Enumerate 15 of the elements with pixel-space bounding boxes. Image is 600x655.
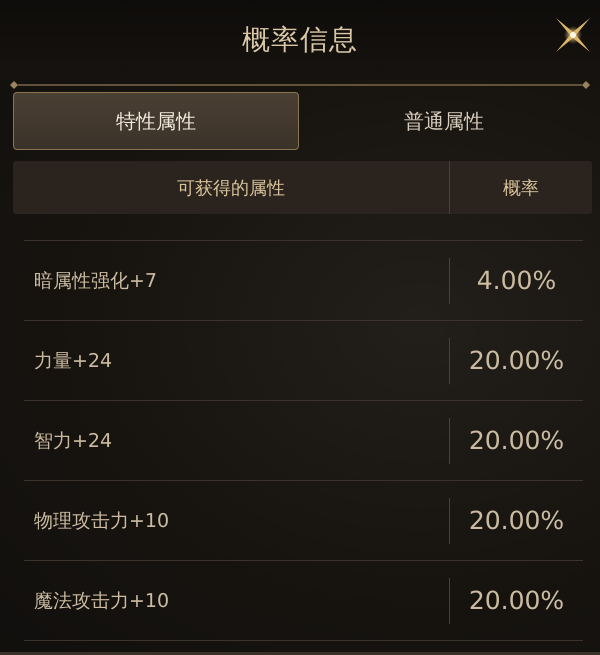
tab[interactable]: 特性属性 — [13, 92, 299, 150]
attribute-cell-text: 力量+24 — [33, 348, 112, 374]
chance-cell: 20.00% — [468, 426, 564, 455]
chance-cell: 20.00% — [468, 506, 564, 535]
attribute-cell-text: 智力+24 — [33, 428, 112, 454]
attribute-cell-text: 物理攻击力+10 — [33, 508, 170, 534]
attribute-cell-text: 魔法攻击力+10 — [33, 588, 170, 614]
column-header: 可获得的属性 — [177, 176, 285, 200]
window-title: 概率信息 — [242, 22, 358, 58]
chance-cell: 20.00% — [468, 346, 564, 375]
chance-cell: 4.00% — [476, 266, 556, 295]
tab[interactable]: 普通属性 — [301, 92, 587, 150]
chance-cell: 20.00% — [468, 586, 564, 615]
column-header: 概率 — [503, 176, 539, 200]
attribute-cell-text: 暗属性强化+7 — [33, 268, 158, 294]
